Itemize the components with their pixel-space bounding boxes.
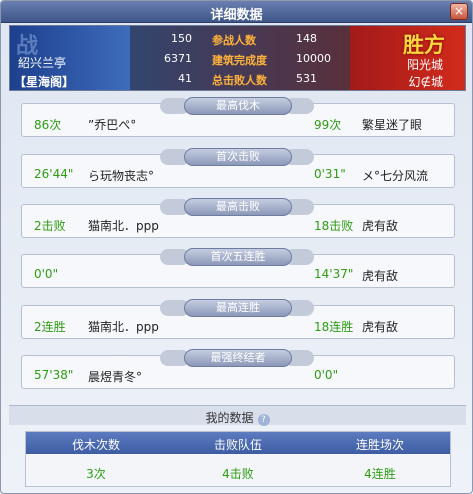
- red-player-name: 虎有敌: [362, 219, 399, 233]
- blue-value: 2击败: [34, 219, 66, 233]
- red-value: 0'31": [314, 167, 346, 181]
- header-streak: 连胜场次: [355, 438, 404, 452]
- red-player-name: メ°七分风流: [362, 169, 429, 183]
- red-value: 99次: [314, 118, 342, 132]
- header-wood: 伐木次数: [71, 438, 120, 452]
- blue-participants: 150: [171, 32, 192, 45]
- red-kills: 531: [296, 72, 317, 85]
- red-construction: 10000: [296, 52, 331, 65]
- section-header: 首次击败: [184, 148, 292, 166]
- blue-value: 2连胜: [34, 320, 66, 334]
- my-data-bar: 我的数据?: [9, 405, 466, 426]
- record-section: 最高击败 2击败 猫南北．ppp 18击败 虎有敌: [21, 198, 455, 238]
- blue-server-name: 【星海阁】: [14, 75, 75, 89]
- my-data-header-row: 伐木次数 击败队伍 连胜场次: [26, 432, 450, 454]
- title-bar: 详细数据 ×: [1, 1, 472, 23]
- red-player-name: 虎有敌: [362, 269, 399, 283]
- value-defeats: 4击败: [222, 467, 254, 481]
- blue-player-name: 晨煜青冬°: [88, 370, 143, 384]
- record-section: 最强终结者 57'38" 晨煜青冬° 0'0": [21, 349, 455, 389]
- blue-team-panel: 战 紹兴兰亭 【星海阁】: [10, 26, 130, 90]
- red-value: 18连胜: [314, 320, 354, 334]
- blue-value: 26'44": [34, 167, 74, 181]
- section-header: 最高击败: [184, 198, 292, 216]
- my-data-title: 我的数据?: [9, 409, 466, 426]
- stat-label: 总击败人数: [212, 74, 267, 87]
- red-value: 14'37": [314, 267, 354, 281]
- record-section: 首次五连胜 0'0" 14'37" 虎有敌: [21, 248, 455, 288]
- red-player-name: 虎有敌: [362, 320, 399, 334]
- value-wood: 3次: [86, 467, 106, 481]
- stat-label: 建筑完成度: [212, 54, 267, 67]
- close-button[interactable]: ×: [450, 3, 468, 20]
- stat-label: 参战人数: [212, 34, 256, 47]
- blue-player-name: ら玩物丧志°: [88, 169, 155, 183]
- stat-row-participants: 150 参战人数 148: [140, 32, 340, 48]
- stat-row-kills: 41 总击败人数 531: [140, 72, 340, 88]
- blue-player-name: 猫南北．ppp: [88, 320, 159, 334]
- red-player-name: 繁星迷了眼: [362, 118, 423, 132]
- blue-value: 57'38": [34, 368, 74, 382]
- blue-construction: 6371: [164, 52, 192, 65]
- red-value: 0'0": [314, 368, 339, 382]
- blue-player-name: 猫南北．ppp: [88, 219, 159, 233]
- blue-value: 86次: [34, 118, 62, 132]
- record-section: 最高连胜 2连胜 猫南北．ppp 18连胜 虎有敌: [21, 299, 455, 339]
- winner-label: 胜方: [403, 33, 445, 57]
- red-value: 18击败: [314, 219, 354, 233]
- blue-team-name: 紹兴兰亭: [18, 56, 67, 70]
- red-participants: 148: [296, 32, 317, 45]
- section-header: 最高伐木: [184, 97, 292, 115]
- stat-row-construction: 6371 建筑完成度 10000: [140, 52, 340, 68]
- detail-data-window: 详细数据 × 战 紹兴兰亭 【星海阁】 胜方 阳光城 幻∉城 150 参战人数 …: [0, 0, 473, 494]
- record-section: 最高伐木 86次 ”乔巴ぺ° 99次 繁星迷了眼: [21, 97, 455, 137]
- red-team-panel: 胜方 阳光城 幻∉城: [350, 26, 465, 90]
- value-streak: 4连胜: [364, 467, 396, 481]
- blue-kills: 41: [178, 72, 192, 85]
- section-header: 最高连胜: [184, 299, 292, 317]
- header-defeats: 击败队伍: [213, 438, 262, 452]
- record-section: 首次击败 26'44" ら玩物丧志° 0'31" メ°七分风流: [21, 148, 455, 188]
- section-header: 首次五连胜: [184, 248, 292, 266]
- my-data-label: 我的数据: [205, 411, 254, 425]
- blue-value: 0'0": [34, 267, 59, 281]
- red-server-name: 幻∉城: [408, 75, 443, 89]
- window-title: 详细数据: [210, 8, 263, 23]
- section-header: 最强终结者: [184, 349, 292, 367]
- blue-player-name: ”乔巴ぺ°: [88, 118, 137, 132]
- my-data-table: 伐木次数 击败队伍 连胜场次 3次 4击败 4连胜: [25, 431, 451, 487]
- help-icon[interactable]: ?: [257, 414, 270, 426]
- red-team-name: 阳光城: [406, 58, 443, 72]
- score-panel: 战 紹兴兰亭 【星海阁】 胜方 阳光城 幻∉城 150 参战人数 148 637…: [9, 25, 466, 91]
